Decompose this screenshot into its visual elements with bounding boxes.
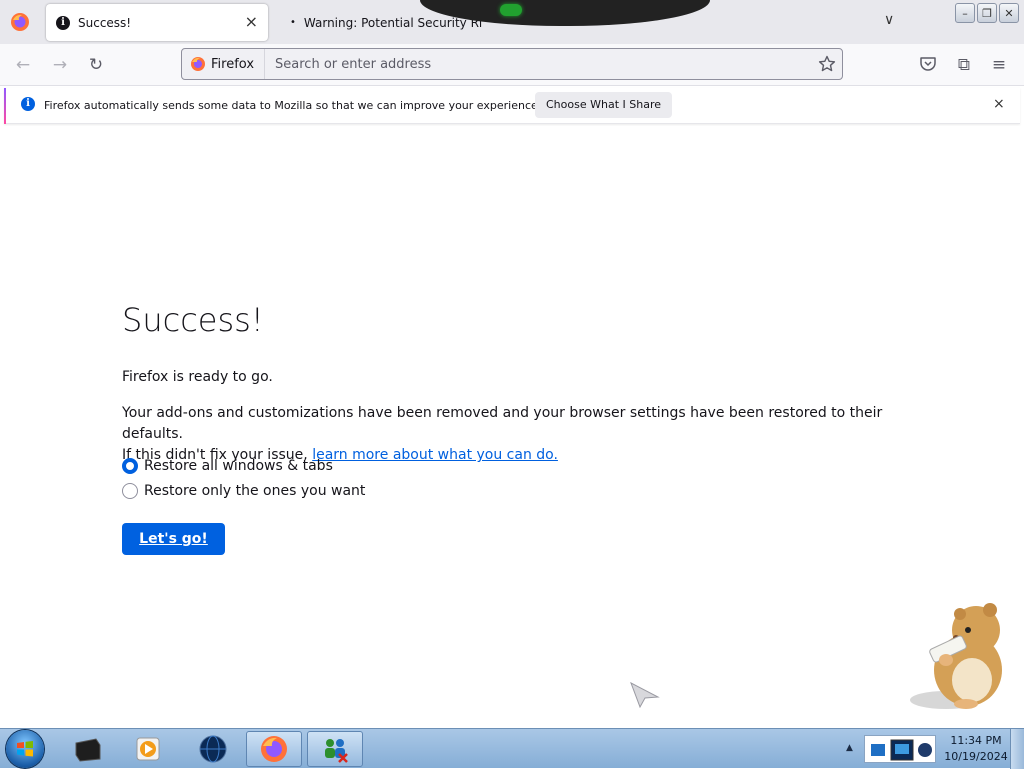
description-text: Your add-ons and customizations have bee… [122,403,912,466]
window-controls: – ❐ ✕ [955,3,1019,23]
notification-message: Firefox automatically sends some data to… [44,99,542,112]
back-arrow-icon[interactable]: ← [12,54,34,76]
identity-box[interactable]: Firefox [182,49,266,79]
tray-status-icons [871,739,932,761]
camera-led-icon [500,4,522,16]
forward-arrow-icon[interactable]: → [49,54,71,76]
list-all-tabs-chevron-icon[interactable]: ∨ [884,12,894,28]
tab-strip: i Success! × • Warning: Potential Securi… [0,0,1024,44]
minimize-button[interactable]: – [955,3,975,23]
restore-some-option[interactable]: Restore only the ones you want [122,483,365,499]
lets-go-button[interactable]: Let's go! [122,523,225,555]
show-hidden-icons-chevron-icon[interactable]: ▲ [846,743,853,753]
identity-label: Firefox [211,56,255,72]
bookmark-star-icon[interactable] [818,55,836,73]
option-label: Restore all windows & tabs [144,458,333,474]
windows-taskbar: ▲ 11:34 PM 10/19/2024 [0,728,1024,769]
address-bar[interactable]: Firefox [181,48,843,80]
media-player-icon [136,737,160,761]
clock-time: 11:34 PM [950,734,1002,747]
close-tab-icon[interactable]: × [245,14,258,30]
option-label: Restore only the ones you want [144,483,366,499]
tray-icon-area [864,735,936,763]
windows-logo-icon [17,741,33,757]
firefox-logo-icon [191,57,205,71]
learn-more-link[interactable]: learn more about what you can do. [312,447,558,463]
description-line-1: Your add-ons and customizations have bee… [122,405,883,442]
taskbar-terminal[interactable] [60,731,116,767]
page-content: Success! Firefox is ready to go. Your ad… [0,126,1024,728]
system-tray: ▲ 11:34 PM 10/19/2024 [842,729,1024,769]
users-network-icon [325,739,348,763]
restore-all-option[interactable]: Restore all windows & tabs [122,458,333,474]
terminal-icon [75,738,101,762]
firefox-logo-icon[interactable] [10,12,30,32]
taskbar-globe-app[interactable] [185,731,241,767]
reload-icon[interactable]: ↻ [85,54,107,76]
pocket-icon[interactable] [919,55,937,73]
close-window-button[interactable]: ✕ [999,3,1019,23]
page-title: Success! [122,301,264,339]
firefox-logo-icon [261,736,287,762]
navigation-toolbar: ← → ↻ Firefox ⧉ ≡ [0,44,1024,86]
tab-title: Success! [78,15,132,30]
ready-text: Firefox is ready to go. [122,369,273,385]
globe-icon [199,735,227,763]
tab-title: Warning: Potential Security Ri [303,15,483,30]
show-desktop-button[interactable] [1010,729,1024,769]
extensions-puzzle-icon[interactable]: ⧉ [953,54,975,76]
restore-button[interactable]: ❐ [977,3,997,23]
hamster-mascot-icon [910,603,1002,709]
close-notification-icon[interactable]: × [993,96,1005,112]
taskbar-network-users[interactable] [307,731,363,767]
mouse-pointer-icon [630,682,660,708]
url-input[interactable] [265,56,786,72]
system-clock[interactable]: 11:34 PM 10/19/2024 [938,733,1014,765]
start-button[interactable] [6,730,44,768]
radio-unselected-icon[interactable] [122,483,138,499]
radio-selected-icon[interactable] [122,458,138,474]
clock-date: 10/19/2024 [944,750,1008,763]
info-icon: i [56,15,70,30]
choose-what-i-share-button[interactable]: Choose What I Share [535,92,672,118]
tab-bullet: • [290,17,296,28]
data-collection-notification-bar: i Firefox automatically sends some data … [4,88,1020,124]
hamburger-menu-icon[interactable]: ≡ [988,54,1010,76]
taskbar-firefox[interactable] [246,731,302,767]
tab-success[interactable]: i Success! × [46,4,268,41]
taskbar-media-player[interactable] [120,731,176,767]
info-icon: i [21,97,35,111]
